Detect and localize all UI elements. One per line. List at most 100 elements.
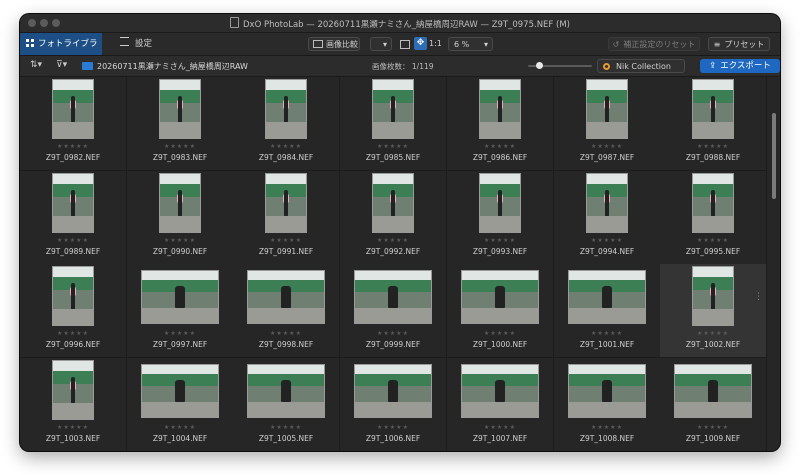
photo-thumbnail[interactable] <box>568 270 646 324</box>
star-rating[interactable]: ★★★★★ <box>660 143 766 150</box>
thumbnail-cell[interactable]: ★★★★★ Z9T_1001.NEF <box>554 264 661 358</box>
filter-icon[interactable]: ⊽▾ <box>56 60 67 70</box>
photo-thumbnail[interactable] <box>52 173 94 233</box>
star-rating[interactable]: ★★★★★ <box>233 424 339 431</box>
one-to-one-button[interactable]: 1:1 <box>429 39 442 48</box>
thumbnail-cell[interactable]: ★★★★★ Z9T_0993.NEF <box>447 171 554 265</box>
thumbnail-cell[interactable]: ★★★★★ Z9T_0998.NEF <box>233 264 340 358</box>
thumbnail-cell[interactable]: ★★★★★ Z9T_0995.NEF <box>660 171 767 265</box>
preset-button[interactable]: ≡ プリセット <box>708 37 770 51</box>
thumbnail-cell[interactable]: ★★★★★ Z9T_1008.NEF <box>554 358 661 451</box>
thumbnail-cell[interactable]: ★★★★★ Z9T_0987.NEF <box>554 77 661 171</box>
star-rating[interactable]: ★★★★★ <box>660 424 766 431</box>
thumbnail-cell[interactable]: ★★★★★ Z9T_1005.NEF <box>233 358 340 451</box>
photo-thumbnail[interactable] <box>568 364 646 418</box>
photo-thumbnail[interactable] <box>247 270 325 324</box>
photo-thumbnail[interactable] <box>692 79 734 139</box>
photo-thumbnail[interactable] <box>372 79 414 139</box>
crop-icon[interactable] <box>400 40 410 49</box>
vertical-scrollbar[interactable] <box>768 77 780 451</box>
star-rating[interactable]: ★★★★★ <box>127 424 233 431</box>
thumbnail-cell[interactable]: ★★★★★ Z9T_1009.NEF <box>660 358 767 451</box>
photo-thumbnail[interactable] <box>479 79 521 139</box>
star-rating[interactable]: ★★★★★ <box>554 237 660 244</box>
slider-handle[interactable] <box>536 62 543 69</box>
tab-photo-library[interactable]: フォトライブラリ <box>20 33 102 71</box>
reset-corrections-button[interactable]: ↺ 補正設定のリセット <box>608 37 700 51</box>
thumbnail-cell[interactable]: ★★★★★ Z9T_0994.NEF <box>554 171 661 265</box>
photo-thumbnail[interactable] <box>461 364 539 418</box>
star-rating[interactable]: ★★★★★ <box>340 330 446 337</box>
scrollbar-thumb[interactable] <box>772 113 776 199</box>
view-mode-dropdown[interactable]: ▾ <box>370 37 392 51</box>
star-rating[interactable]: ★★★★★ <box>20 143 126 150</box>
star-rating[interactable]: ★★★★★ <box>660 330 766 337</box>
thumbnail-cell[interactable]: ★★★★★ Z9T_1006.NEF <box>340 358 447 451</box>
photo-thumbnail[interactable] <box>141 270 219 324</box>
photo-thumbnail[interactable] <box>265 79 307 139</box>
star-rating[interactable]: ★★★★★ <box>20 330 126 337</box>
thumbnail-cell[interactable]: ★★★★★ Z9T_0996.NEF <box>20 264 127 358</box>
star-rating[interactable]: ★★★★★ <box>447 237 553 244</box>
thumbnail-cell[interactable]: ★★★★★ Z9T_0984.NEF <box>233 77 340 171</box>
star-rating[interactable]: ★★★★★ <box>127 330 233 337</box>
thumbnail-cell[interactable]: ★★★★★ Z9T_0988.NEF <box>660 77 767 171</box>
photo-thumbnail[interactable] <box>159 173 201 233</box>
nik-collection-button[interactable]: Nik Collection <box>597 59 685 73</box>
photo-thumbnail[interactable] <box>461 270 539 324</box>
star-rating[interactable]: ★★★★★ <box>554 330 660 337</box>
photo-thumbnail[interactable] <box>265 173 307 233</box>
photo-thumbnail[interactable] <box>372 173 414 233</box>
star-rating[interactable]: ★★★★★ <box>554 424 660 431</box>
photo-thumbnail[interactable] <box>692 266 734 326</box>
photo-thumbnail[interactable] <box>141 364 219 418</box>
photo-thumbnail[interactable] <box>479 173 521 233</box>
star-rating[interactable]: ★★★★★ <box>233 143 339 150</box>
photo-thumbnail[interactable] <box>674 364 752 418</box>
thumbnail-cell[interactable]: ★★★★★ Z9T_1000.NEF <box>447 264 554 358</box>
export-button[interactable]: ⇪ エクスポート <box>700 59 780 73</box>
compare-button[interactable]: 画像比較 <box>308 37 360 51</box>
photo-thumbnail[interactable] <box>586 79 628 139</box>
star-rating[interactable]: ★★★★★ <box>20 237 126 244</box>
photo-thumbnail[interactable] <box>354 364 432 418</box>
thumbnail-size-slider[interactable] <box>528 62 592 69</box>
star-rating[interactable]: ★★★★★ <box>340 143 446 150</box>
thumbnail-cell[interactable]: ★★★★★ Z9T_0989.NEF <box>20 171 127 265</box>
thumbnail-cell[interactable]: ★★★★★ Z9T_1004.NEF <box>127 358 234 451</box>
thumbnail-cell[interactable]: ★★★★★ Z9T_1002.NEF ⋮ <box>660 264 767 358</box>
sort-icon[interactable]: ⇅▾ <box>30 60 42 70</box>
tab-settings[interactable]: 設定 <box>120 33 152 55</box>
thumbnail-cell[interactable]: ★★★★★ Z9T_0999.NEF <box>340 264 447 358</box>
star-rating[interactable]: ★★★★★ <box>340 424 446 431</box>
star-rating[interactable]: ★★★★★ <box>660 237 766 244</box>
thumbnail-cell[interactable]: ★★★★★ Z9T_1003.NEF <box>20 358 127 451</box>
star-rating[interactable]: ★★★★★ <box>554 143 660 150</box>
thumbnail-cell[interactable]: ★★★★★ Z9T_0991.NEF <box>233 171 340 265</box>
photo-thumbnail[interactable] <box>52 266 94 326</box>
star-rating[interactable]: ★★★★★ <box>447 330 553 337</box>
zoom-select[interactable]: 6 % ▾ <box>448 37 493 51</box>
more-options-icon[interactable]: ⋮ <box>754 293 763 302</box>
star-rating[interactable]: ★★★★★ <box>447 424 553 431</box>
star-rating[interactable]: ★★★★★ <box>127 143 233 150</box>
thumbnail-cell[interactable]: ★★★★★ Z9T_0983.NEF <box>127 77 234 171</box>
photo-thumbnail[interactable] <box>52 360 94 420</box>
star-rating[interactable]: ★★★★★ <box>447 143 553 150</box>
thumbnail-cell[interactable]: ★★★★★ Z9T_0982.NEF <box>20 77 127 171</box>
thumbnail-cell[interactable]: ★★★★★ Z9T_0990.NEF <box>127 171 234 265</box>
thumbnail-cell[interactable]: ★★★★★ Z9T_1007.NEF <box>447 358 554 451</box>
thumbnail-cell[interactable]: ★★★★★ Z9T_0992.NEF <box>340 171 447 265</box>
photo-thumbnail[interactable] <box>692 173 734 233</box>
photo-thumbnail[interactable] <box>247 364 325 418</box>
star-rating[interactable]: ★★★★★ <box>340 237 446 244</box>
thumbnail-cell[interactable]: ★★★★★ Z9T_0985.NEF <box>340 77 447 171</box>
star-rating[interactable]: ★★★★★ <box>233 330 339 337</box>
photo-thumbnail[interactable] <box>159 79 201 139</box>
photo-thumbnail[interactable] <box>354 270 432 324</box>
star-rating[interactable]: ★★★★★ <box>233 237 339 244</box>
star-rating[interactable]: ★★★★★ <box>127 237 233 244</box>
move-tool-icon[interactable]: ✥ <box>414 37 427 50</box>
thumbnail-cell[interactable]: ★★★★★ Z9T_0997.NEF <box>127 264 234 358</box>
star-rating[interactable]: ★★★★★ <box>20 424 126 431</box>
